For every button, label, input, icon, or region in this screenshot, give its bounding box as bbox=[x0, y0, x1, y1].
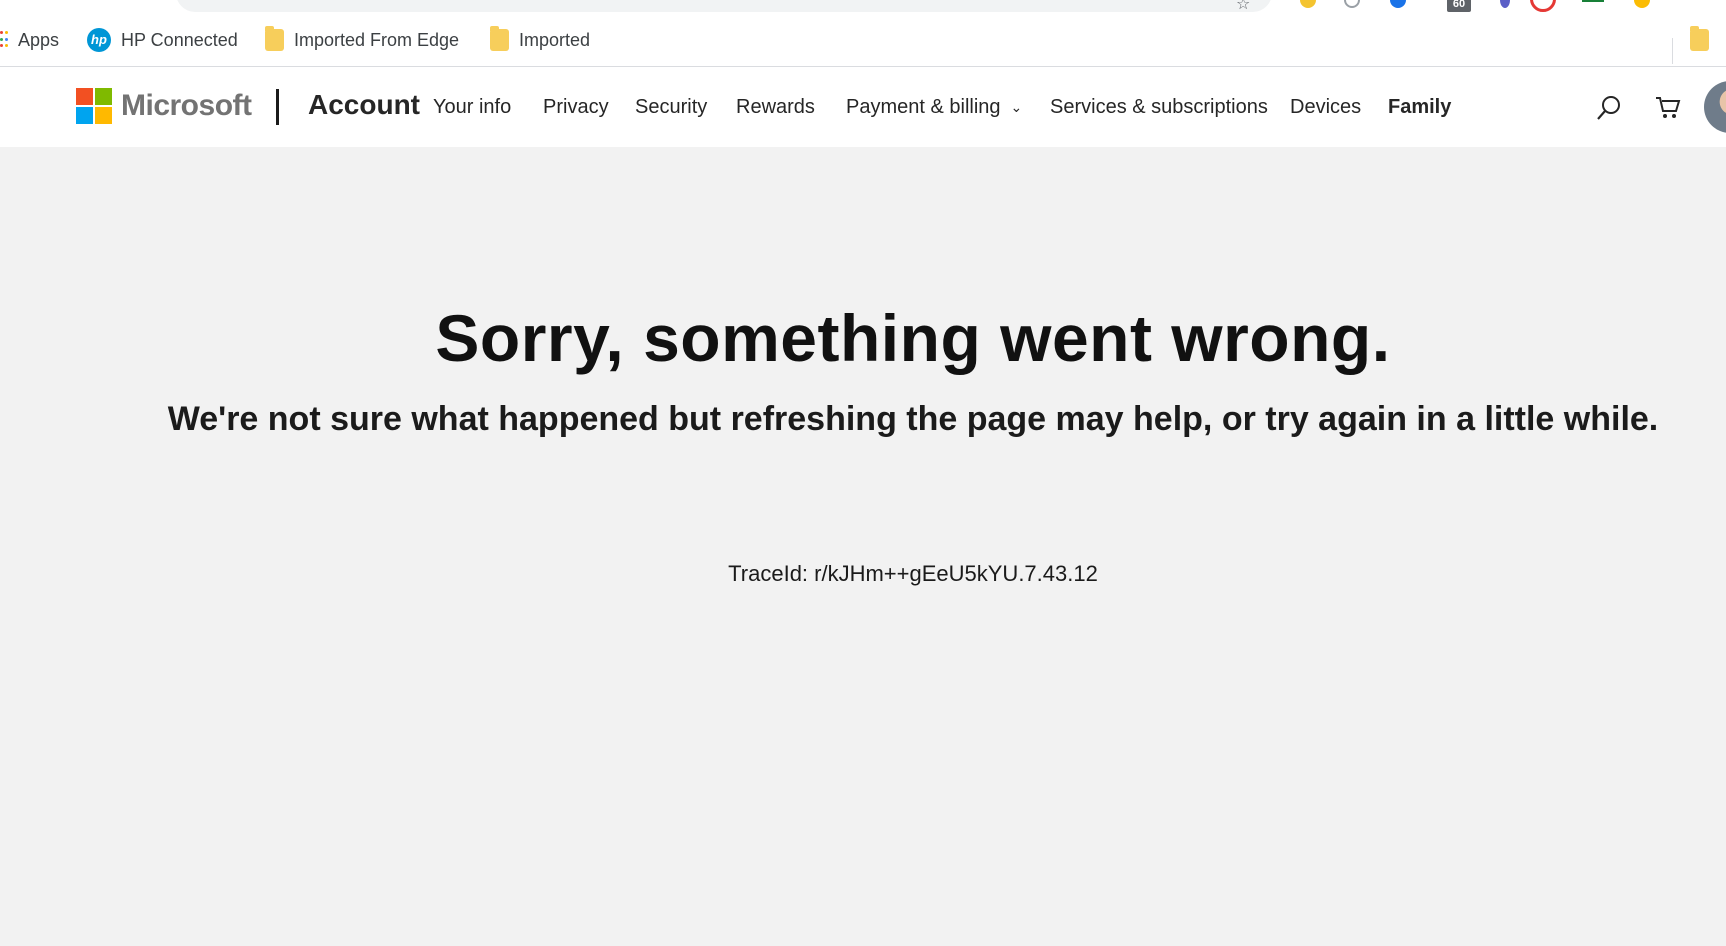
nav-payment-billing-label: Payment & billing bbox=[846, 96, 1001, 118]
header-divider bbox=[276, 89, 279, 125]
nav-security[interactable]: Security bbox=[635, 96, 707, 119]
bookmark-label: Imported bbox=[519, 29, 591, 50]
account-header: Microsoft Account Your info Privacy Secu… bbox=[0, 67, 1726, 147]
folder-icon bbox=[265, 26, 284, 51]
microsoft-wordmark: Microsoft bbox=[121, 89, 252, 122]
bookmark-label: Apps bbox=[18, 29, 60, 50]
extension-icon[interactable] bbox=[1500, 0, 1510, 8]
bookmark-imported-from-edge[interactable]: Imported From Edge bbox=[265, 26, 459, 54]
folder-icon bbox=[1690, 26, 1709, 51]
microsoft-squares-icon bbox=[76, 88, 112, 124]
bookmark-star-icon[interactable]: ☆ bbox=[1236, 0, 1250, 14]
bookmarks-divider bbox=[1672, 38, 1673, 64]
error-message: We're not sure what happened but refresh… bbox=[167, 400, 1659, 438]
bookmark-other-folder[interactable] bbox=[1690, 26, 1709, 54]
nav-devices[interactable]: Devices bbox=[1290, 96, 1361, 119]
chevron-down-icon: ⌄ bbox=[1010, 99, 1023, 115]
cart-icon[interactable] bbox=[1655, 95, 1681, 126]
extension-icon[interactable] bbox=[1582, 0, 1604, 2]
bookmark-label: HP Connected bbox=[121, 29, 238, 50]
bookmarks-bar: Apps hp HP Connected Imported From Edge … bbox=[0, 14, 1726, 67]
bookmark-label: Imported From Edge bbox=[294, 29, 460, 50]
avatar[interactable] bbox=[1704, 81, 1726, 133]
bookmark-apps[interactable]: Apps bbox=[0, 26, 59, 54]
nav-payment-billing[interactable]: Payment & billing ⌄ bbox=[846, 96, 1022, 119]
microsoft-logo[interactable]: Microsoft bbox=[76, 88, 252, 124]
search-icon[interactable] bbox=[1596, 95, 1622, 126]
account-home-link[interactable]: Account bbox=[308, 89, 420, 121]
folder-icon bbox=[490, 26, 509, 51]
nav-rewards[interactable]: Rewards bbox=[736, 96, 815, 119]
hp-logo-icon: hp bbox=[87, 28, 111, 52]
trace-id: TraceId: r/kJHm++gEeU5kYU.7.43.12 bbox=[728, 561, 1098, 586]
bookmark-hp-connected[interactable]: hp HP Connected bbox=[87, 26, 238, 54]
nav-family[interactable]: Family bbox=[1388, 96, 1451, 119]
apps-grid-icon bbox=[0, 31, 8, 49]
extension-badge[interactable]: 60 bbox=[1447, 0, 1471, 12]
bookmark-imported[interactable]: Imported bbox=[490, 26, 590, 54]
extension-icon[interactable] bbox=[1344, 0, 1360, 8]
address-bar[interactable] bbox=[176, 0, 1272, 12]
nav-privacy[interactable]: Privacy bbox=[543, 96, 609, 119]
extension-icon[interactable] bbox=[1634, 0, 1650, 8]
nav-your-info[interactable]: Your info bbox=[433, 96, 511, 119]
nav-services-subscriptions[interactable]: Services & subscriptions bbox=[1050, 96, 1268, 119]
extension-icon[interactable] bbox=[1300, 0, 1316, 8]
browser-toolbar: ☆ 60 bbox=[0, 0, 1726, 14]
extension-icon[interactable] bbox=[1530, 0, 1556, 12]
error-title: Sorry, something went wrong. bbox=[435, 301, 1391, 375]
extension-icon[interactable] bbox=[1390, 0, 1406, 8]
